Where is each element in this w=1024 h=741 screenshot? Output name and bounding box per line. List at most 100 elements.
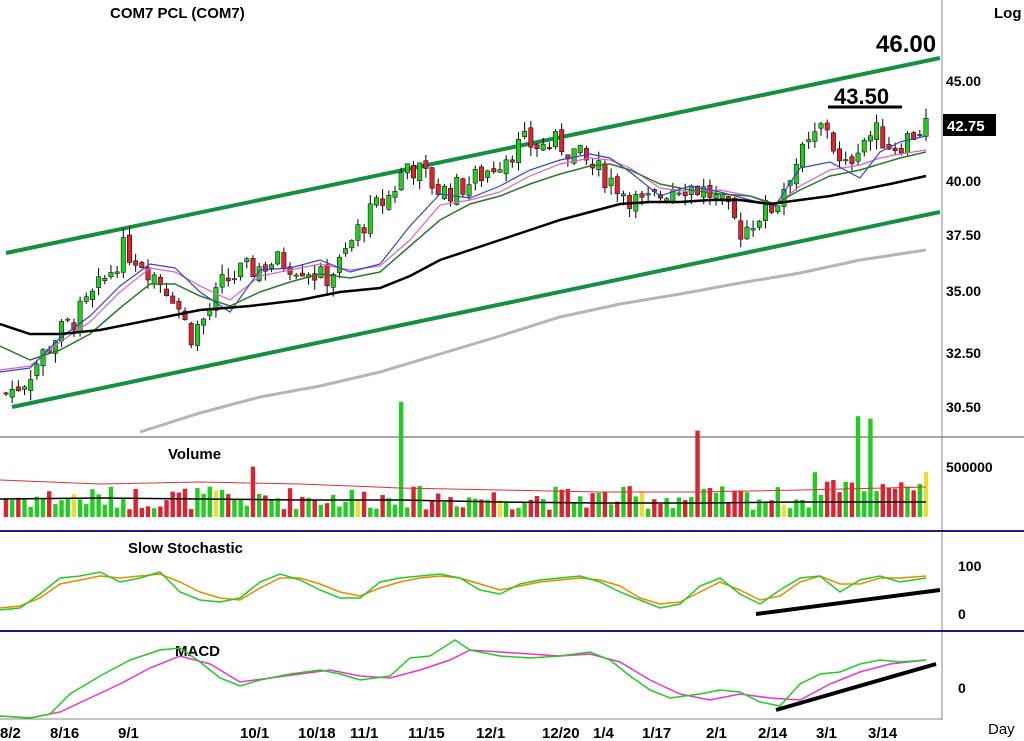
volume-bar	[201, 493, 206, 517]
candle-body	[386, 194, 392, 210]
volume-bar	[732, 490, 737, 517]
candle-body	[534, 144, 540, 150]
volume-bar	[386, 498, 392, 517]
volume-bar	[874, 491, 879, 517]
x-tick-10-18: 10/18	[298, 725, 336, 741]
price-tick-37-5: 37.50	[946, 227, 981, 243]
volume-bar	[516, 507, 521, 517]
volume-bar	[77, 499, 83, 517]
volume-bar	[176, 492, 182, 517]
candle-body	[349, 240, 355, 249]
candle-body	[120, 237, 126, 273]
volume-bar	[720, 486, 725, 517]
volume-bar	[781, 504, 787, 517]
volume-bar	[40, 499, 46, 517]
x-tick-12-20: 12/20	[542, 725, 580, 741]
candle-body	[275, 251, 281, 265]
candle-body	[559, 129, 565, 152]
volume-bar	[627, 486, 632, 517]
candle-body	[238, 262, 244, 278]
high-price-label: 43.50	[834, 84, 889, 109]
x-tick-10-1: 10/1	[240, 725, 269, 741]
volume-bar	[213, 490, 219, 517]
volume-bar	[34, 496, 40, 517]
candle-body	[250, 258, 256, 277]
volume-bars	[3, 401, 929, 517]
price-tick-30-5: 30.50	[946, 399, 981, 415]
candle-body	[22, 386, 27, 390]
volume-bar	[238, 498, 243, 517]
volume-bar	[534, 496, 540, 517]
last-price-label: 42.75	[947, 118, 985, 135]
candle-body	[139, 262, 145, 269]
candle-body	[602, 163, 608, 189]
stochastic-label: Slow Stochastic	[128, 540, 243, 557]
volume-bar	[460, 507, 466, 517]
candle-body	[843, 159, 849, 162]
x-tick-12-1: 12/1	[476, 725, 505, 741]
candle-body	[577, 144, 583, 153]
stochastic-panel: Slow Stochastic 100 0	[0, 540, 982, 622]
volume-label: Volume	[168, 446, 221, 463]
candle-body	[830, 132, 836, 152]
volume-bar	[331, 494, 336, 517]
volume-bar	[207, 486, 212, 517]
candle-body	[516, 139, 521, 163]
x-tick-3-14: 3/14	[868, 725, 898, 741]
volume-bar	[337, 506, 342, 517]
candle-body	[664, 198, 670, 202]
x-axis: 8/2 8/16 9/1 10/1 10/18 11/1 11/15 12/1 …	[0, 721, 1015, 741]
volume-bar	[53, 504, 58, 517]
macd-divergence-line	[775, 662, 937, 712]
volume-bar	[664, 498, 669, 517]
candle-body	[188, 323, 194, 346]
candle-body	[367, 203, 373, 234]
volume-bar	[170, 491, 175, 517]
volume-bar	[812, 472, 818, 517]
volume-bar	[244, 505, 250, 517]
candle-body	[392, 190, 398, 198]
candle-body	[176, 301, 182, 310]
volume-bar	[590, 493, 595, 517]
candle-body	[707, 185, 713, 198]
volume-bar	[256, 494, 262, 517]
ema5-line	[0, 135, 927, 373]
macd-label: MACD	[175, 643, 220, 660]
volume-bar	[275, 498, 280, 517]
x-tick-3-1: 3/1	[816, 725, 837, 741]
candle-body	[404, 163, 410, 174]
volume-bar	[139, 507, 145, 517]
channel-upper-line	[5, 56, 941, 255]
candle-body	[491, 168, 497, 173]
candle-body	[608, 177, 614, 186]
candle-body	[460, 178, 466, 195]
volume-bar	[133, 488, 138, 517]
candle-body	[867, 135, 873, 142]
candle-body	[15, 386, 21, 392]
candle-body	[355, 224, 361, 241]
volume-bar	[843, 481, 848, 517]
price-tick-32-5: 32.50	[946, 345, 981, 361]
candle-body	[620, 193, 626, 197]
volume-bar	[750, 509, 756, 517]
volume-bar	[547, 509, 552, 517]
candles	[3, 108, 929, 404]
volume-bar	[837, 492, 842, 517]
volume-bar	[151, 508, 157, 517]
candle-body	[9, 388, 15, 398]
volume-bar	[676, 497, 682, 517]
volume-bar	[917, 483, 923, 517]
candle-body	[225, 277, 231, 282]
candle-body	[806, 139, 812, 143]
candle-body	[40, 349, 46, 367]
volume-bar	[263, 495, 268, 517]
candle-body	[454, 177, 460, 205]
volume-bar	[287, 488, 293, 517]
candle-body	[3, 392, 9, 395]
candle-body	[812, 131, 818, 142]
candle-body	[207, 309, 213, 316]
candle-body	[898, 148, 904, 154]
volume-bar	[47, 491, 52, 517]
candle-body	[201, 318, 207, 326]
volume-bar	[182, 488, 188, 517]
